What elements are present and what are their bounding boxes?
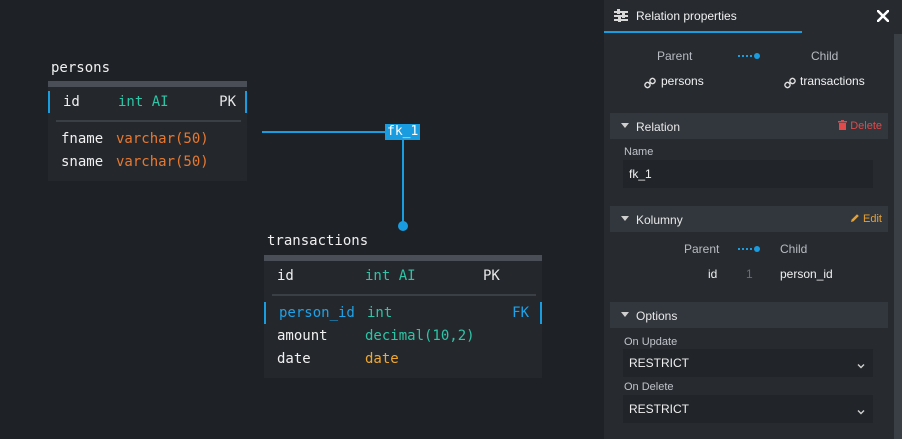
name-value: fk_1 xyxy=(629,167,652,181)
chevron-down-icon xyxy=(857,403,865,415)
column-name: person_id xyxy=(279,305,355,321)
delete-label: Delete xyxy=(850,120,882,132)
table-row[interactable]: amount decimal(10,2) xyxy=(264,325,542,347)
table-row[interactable]: id int AI PK xyxy=(48,91,247,113)
on-delete-value: RESTRICT xyxy=(629,402,689,416)
table-transactions[interactable]: id int AI PK person_id int FK amount dec… xyxy=(264,255,542,378)
column-name: fname xyxy=(61,131,104,147)
column-type: date xyxy=(365,351,399,367)
panel-title: Relation properties xyxy=(636,9,737,23)
panel-tab[interactable]: Relation properties xyxy=(604,0,802,33)
column-key: PK xyxy=(483,268,500,284)
child-table-link[interactable]: transactions xyxy=(800,74,865,88)
column-type: decimal(10,2) xyxy=(365,328,475,344)
column-type: int xyxy=(367,305,393,321)
relation-endpoint[interactable] xyxy=(398,221,408,231)
relation-direction-icon xyxy=(738,53,760,59)
edit-button[interactable]: Edit xyxy=(850,213,882,226)
delete-button[interactable]: Delete xyxy=(838,120,882,133)
scrollbar[interactable] xyxy=(894,34,902,439)
caret-down-icon xyxy=(621,123,629,128)
mapping-child-column: person_id xyxy=(780,267,833,281)
key-separator xyxy=(56,120,241,122)
column-name: sname xyxy=(61,154,104,170)
child-label: Child xyxy=(811,49,839,63)
link-icon xyxy=(644,76,656,89)
column-type: int AI xyxy=(365,268,416,284)
table-header-bar xyxy=(48,81,247,87)
table-row[interactable]: date date xyxy=(264,348,542,370)
relation-label[interactable]: fk_1 xyxy=(385,124,421,140)
diagram-canvas[interactable]: persons id int AI PK fname varchar(50) s… xyxy=(0,0,604,439)
edit-label: Edit xyxy=(863,213,882,225)
mapping-child-label: Child xyxy=(780,242,808,256)
column-name: id xyxy=(63,94,80,110)
pencil-icon xyxy=(850,213,860,226)
table-row[interactable]: fname varchar(50) xyxy=(48,128,247,150)
column-name: id xyxy=(277,268,294,284)
on-delete-label: On Delete xyxy=(624,381,674,393)
table-title-persons[interactable]: persons xyxy=(51,60,110,76)
table-persons[interactable]: id int AI PK fname varchar(50) sname var… xyxy=(48,81,247,181)
section-title: Options xyxy=(636,309,678,323)
table-row[interactable]: person_id int FK xyxy=(264,302,542,324)
table-row[interactable]: sname varchar(50) xyxy=(48,151,247,173)
name-label: Name xyxy=(624,146,654,158)
caret-down-icon xyxy=(621,312,629,317)
trash-icon xyxy=(838,120,848,133)
relation-line[interactable] xyxy=(262,131,404,133)
column-key: PK xyxy=(219,94,236,110)
relation-direction-icon xyxy=(738,246,760,252)
column-type: int AI xyxy=(118,94,169,110)
column-name: amount xyxy=(277,328,328,344)
link-icon xyxy=(784,76,796,89)
options-section-header[interactable]: Options xyxy=(610,302,888,328)
column-key: FK xyxy=(512,305,529,321)
section-title: Relation xyxy=(636,120,681,134)
on-update-select[interactable]: RESTRICT xyxy=(623,349,873,377)
name-input[interactable]: fk_1 xyxy=(623,160,873,188)
relation-properties-panel: Relation properties Parent Child persons… xyxy=(604,0,902,439)
section-title: Kolumny xyxy=(636,213,683,227)
on-update-value: RESTRICT xyxy=(629,356,689,370)
parent-table-link[interactable]: persons xyxy=(661,74,704,88)
table-header-bar xyxy=(264,255,542,261)
on-update-label: On Update xyxy=(624,336,678,348)
on-delete-select[interactable]: RESTRICT xyxy=(623,395,873,423)
key-separator xyxy=(272,294,536,296)
relation-line[interactable] xyxy=(402,131,404,224)
table-title-transactions[interactable]: transactions xyxy=(267,233,368,249)
mapping-index: 1 xyxy=(746,267,753,281)
close-icon[interactable] xyxy=(876,7,890,25)
relation-section-header[interactable]: Relation Delete xyxy=(610,113,888,139)
chevron-down-icon xyxy=(857,357,865,369)
panel-header: Relation properties xyxy=(604,0,902,34)
column-type: varchar(50) xyxy=(116,131,209,147)
table-row[interactable]: id int AI PK xyxy=(264,265,542,287)
mapping-parent-label: Parent xyxy=(684,242,720,256)
parent-label: Parent xyxy=(657,49,693,63)
column-type: varchar(50) xyxy=(116,154,209,170)
columns-section-header[interactable]: Kolumny Edit xyxy=(610,206,888,232)
column-name: date xyxy=(277,351,311,367)
mapping-parent-column: id xyxy=(708,267,718,281)
sliders-icon xyxy=(614,9,628,23)
caret-down-icon xyxy=(621,216,629,221)
